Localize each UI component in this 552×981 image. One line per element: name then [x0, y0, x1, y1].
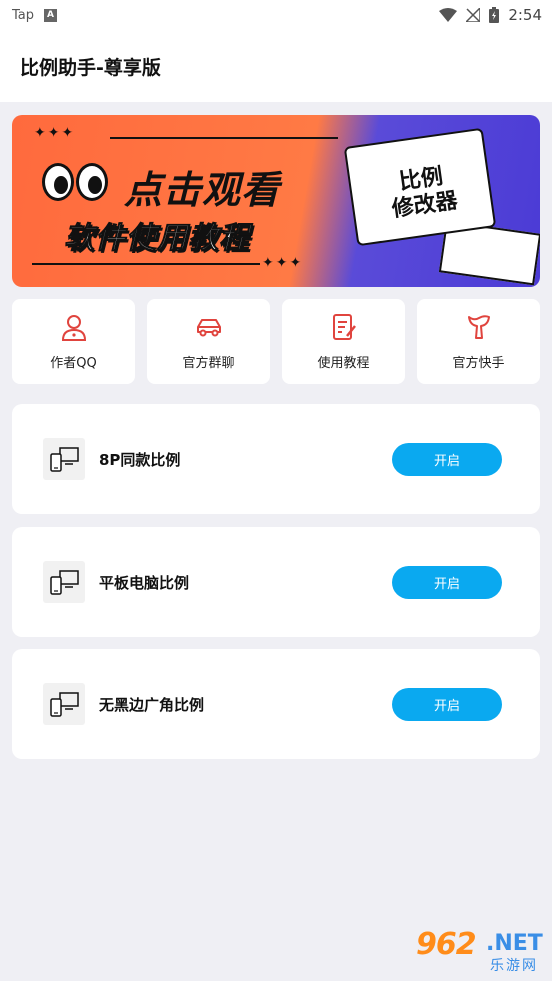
devices-icon — [50, 570, 79, 595]
person-icon — [61, 315, 86, 341]
status-bar-right: 2:54 — [439, 6, 542, 24]
car-icon — [196, 319, 221, 337]
status-time: 2:54 — [508, 6, 542, 24]
banner-line-top — [110, 137, 338, 139]
card-icon-box — [43, 561, 85, 603]
card-label: 平板电脑比例 — [99, 573, 190, 592]
quick-action-label: 官方快手 — [452, 356, 505, 371]
banner-paper-text: 比例 修改器 — [387, 163, 460, 224]
tutorial-banner[interactable]: ✦✦✦ 点击观看 软件使用教程 ✦✦✦ 比例 修改器 — [12, 115, 540, 287]
watermark-logo: 962 .NET 乐游网 — [414, 927, 544, 975]
quick-action-tutorial[interactable]: 使用教程 — [282, 299, 405, 384]
status-app-label: Tap — [12, 7, 35, 23]
battery-charging-icon — [489, 7, 500, 23]
card-icon-box — [43, 438, 85, 480]
quick-action-kuaishou[interactable]: 官方快手 — [417, 299, 540, 384]
enable-button[interactable]: 开启 — [392, 565, 502, 599]
card-label: 无黑边广角比例 — [99, 695, 205, 714]
quick-action-author-qq[interactable]: 作者QQ — [12, 299, 135, 384]
enable-button[interactable]: 开启 — [392, 687, 502, 721]
card-icon-box — [43, 683, 85, 725]
watermark-number: 962 — [416, 927, 477, 962]
quick-action-label: 作者QQ — [50, 356, 97, 371]
no-signal-icon — [466, 8, 481, 22]
banner-subheadline: 软件使用教程 — [64, 221, 250, 257]
banner-stars-top: ✦✦✦ — [34, 125, 76, 141]
banner-eye-left-icon — [42, 163, 74, 201]
edit-document-icon — [332, 314, 356, 340]
page-title: 比例助手-尊享版 — [20, 56, 161, 79]
enable-button[interactable]: 开启 — [392, 442, 502, 476]
status-bar-left: Tap A — [12, 7, 58, 23]
banner-headline: 点击观看 — [124, 168, 281, 212]
notification-a-icon: A — [44, 8, 58, 22]
kuaishou-icon — [467, 315, 490, 339]
banner-stars-bottom: ✦✦✦ — [262, 255, 304, 271]
ratio-card-8p: 8P同款比例 开启 — [12, 404, 540, 514]
wifi-icon — [439, 8, 458, 22]
banner-eye-right-icon — [76, 163, 108, 201]
devices-icon — [50, 692, 79, 717]
quick-action-label: 使用教程 — [317, 356, 370, 371]
banner-line-bottom — [32, 263, 260, 265]
devices-icon — [50, 447, 79, 472]
ratio-card-wide-angle: 无黑边广角比例 开启 — [12, 649, 540, 759]
status-bar: Tap A 2:54 — [0, 0, 552, 30]
watermark-net: .NET — [486, 931, 543, 956]
app-bar: 比例助手-尊享版 — [0, 30, 552, 102]
watermark-subtitle: 乐游网 — [490, 958, 538, 974]
quick-action-official-group[interactable]: 官方群聊 — [147, 299, 270, 384]
quick-actions-grid: 作者QQ 官方群聊 使用教程 官方快手 — [12, 299, 540, 384]
ratio-card-tablet: 平板电脑比例 开启 — [12, 527, 540, 637]
quick-action-label: 官方群聊 — [182, 356, 235, 371]
card-label: 8P同款比例 — [99, 450, 181, 469]
